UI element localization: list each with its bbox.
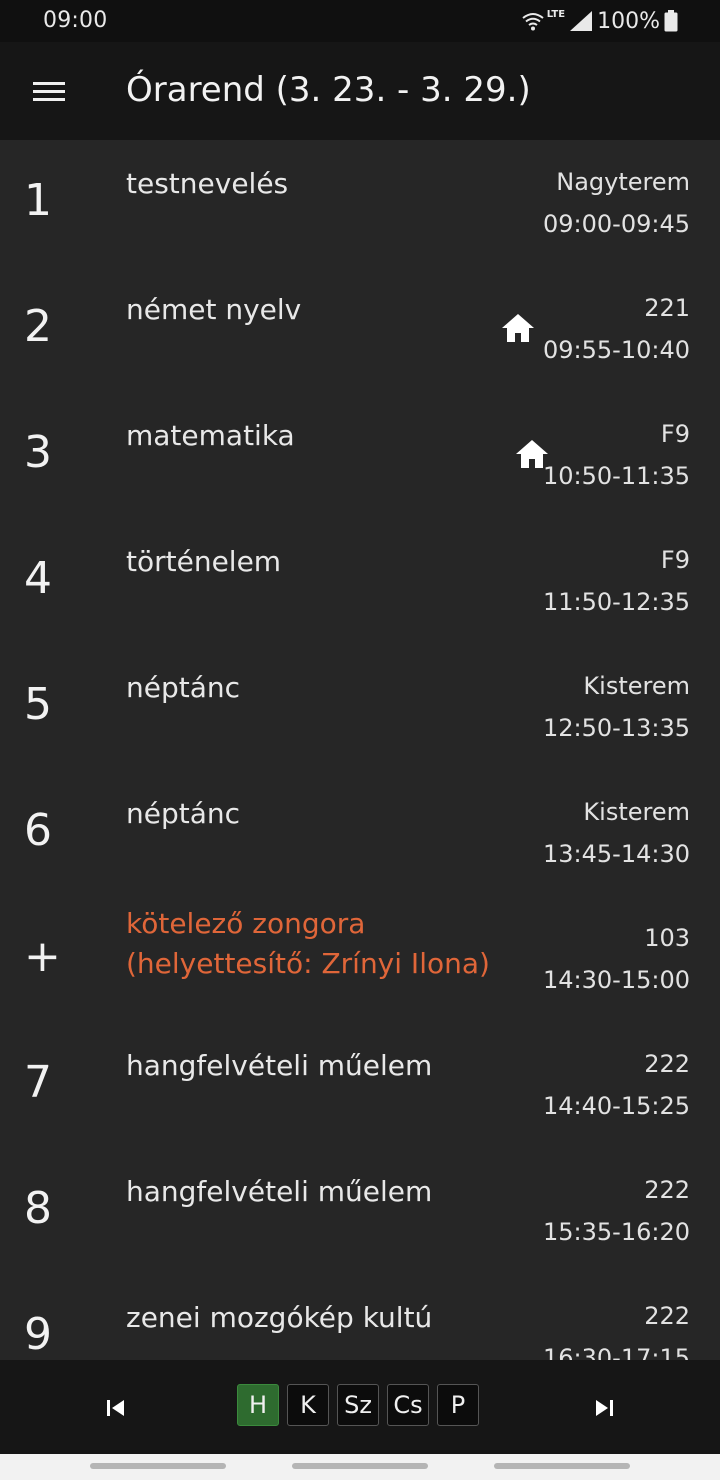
lesson-room: 222	[644, 1050, 690, 1078]
lesson-room: 221	[644, 294, 690, 322]
lesson-room: 222	[644, 1176, 690, 1204]
lesson-subject-substitute: kötelező zongora (helyettesítő: Zrínyi I…	[126, 907, 490, 980]
lesson-room: 103	[644, 924, 690, 952]
lesson-row-5[interactable]: 5 néptánc Kisterem 12:50-13:35	[0, 644, 720, 770]
status-time: 09:00	[43, 8, 108, 33]
lesson-number: 6	[24, 805, 52, 856]
lesson-number: 7	[24, 1057, 52, 1108]
lesson-room: Kisterem	[583, 798, 690, 826]
day-tab-friday[interactable]: P	[437, 1384, 479, 1426]
lesson-subject: hangfelvételi műelem	[126, 1049, 433, 1082]
lesson-row-6[interactable]: 6 néptánc Kisterem 13:45-14:30	[0, 770, 720, 896]
lesson-room: F9	[660, 420, 690, 448]
lesson-row-1[interactable]: 1 testnevelés Nagyterem 09:00-09:45	[0, 140, 720, 266]
network-type-label: LTE	[546, 8, 566, 20]
wifi-icon	[521, 11, 545, 31]
hamburger-menu-icon	[33, 82, 65, 101]
lesson-subject: néptánc	[126, 797, 241, 830]
lesson-row-7[interactable]: 7 hangfelvételi műelem 222 14:40-15:25	[0, 1022, 720, 1148]
lesson-subject: történelem	[126, 545, 282, 578]
signal-icon	[569, 10, 593, 32]
day-tabs: H K Sz Cs P	[237, 1384, 479, 1426]
day-tab-wednesday[interactable]: Sz	[337, 1384, 379, 1426]
gesture-pill	[494, 1463, 630, 1469]
status-bar: 09:00 LTE 100%	[0, 0, 720, 42]
lesson-time: 14:30-15:00	[543, 966, 690, 994]
lesson-time: 16:30-17:15	[543, 1344, 690, 1360]
status-icons: LTE 100%	[521, 6, 678, 36]
lesson-number: 5	[24, 679, 52, 730]
lesson-subject: testnevelés	[126, 167, 289, 200]
menu-button[interactable]	[24, 66, 74, 116]
gesture-pill	[90, 1463, 226, 1469]
lesson-subject: hangfelvételi műelem	[126, 1175, 433, 1208]
lesson-subject: német nyelv	[126, 293, 302, 326]
home-icon	[502, 314, 534, 342]
battery-percent: 100%	[597, 8, 660, 34]
bottom-navigation-bar: H K Sz Cs P	[0, 1360, 720, 1454]
lesson-time: 12:50-13:35	[543, 714, 690, 742]
lesson-number: 3	[24, 427, 52, 478]
lesson-time: 14:40-15:25	[543, 1092, 690, 1120]
lesson-room: 222	[644, 1302, 690, 1330]
battery-icon	[664, 10, 678, 32]
lesson-subject: zenei mozgókép kultú	[126, 1301, 433, 1334]
lesson-room: F9	[660, 546, 690, 574]
system-gesture-bar	[0, 1454, 720, 1480]
lesson-subject: néptánc	[126, 671, 241, 704]
skip-next-icon	[596, 1400, 613, 1416]
lesson-row-3[interactable]: 3 matematika F9 10:50-11:35	[0, 392, 720, 518]
lesson-number: 4	[24, 553, 52, 604]
app-bar: Órarend (3. 23. - 3. 29.)	[0, 42, 720, 140]
lesson-time: 09:55-10:40	[543, 336, 690, 364]
lesson-row-4[interactable]: 4 történelem F9 11:50-12:35	[0, 518, 720, 644]
lesson-number: 1	[24, 175, 52, 226]
gesture-pill	[292, 1463, 428, 1469]
lesson-number: 8	[24, 1183, 52, 1234]
lesson-row-extra[interactable]: + kötelező zongora (helyettesítő: Zrínyi…	[0, 896, 720, 1022]
day-tab-thursday[interactable]: Cs	[387, 1384, 429, 1426]
lesson-subject: matematika	[126, 419, 295, 452]
lesson-row-8[interactable]: 8 hangfelvételi műelem 222 15:35-16:20	[0, 1148, 720, 1274]
lesson-room: Kisterem	[583, 672, 690, 700]
lesson-time: 15:35-16:20	[543, 1218, 690, 1246]
lesson-list: 1 testnevelés Nagyterem 09:00-09:45 2 né…	[0, 140, 720, 1360]
previous-week-button[interactable]	[98, 1390, 134, 1426]
lesson-time: 13:45-14:30	[543, 840, 690, 868]
lesson-room: Nagyterem	[556, 168, 690, 196]
lesson-row-2[interactable]: 2 német nyelv 221 09:55-10:40	[0, 266, 720, 392]
lesson-time: 11:50-12:35	[543, 588, 690, 616]
day-tab-monday[interactable]: H	[237, 1384, 279, 1426]
lesson-time: 09:00-09:45	[543, 210, 690, 238]
skip-previous-icon	[107, 1400, 124, 1416]
day-tab-tuesday[interactable]: K	[287, 1384, 329, 1426]
lesson-time: 10:50-11:35	[543, 462, 690, 490]
lesson-number: 2	[24, 301, 52, 352]
lesson-number: +	[24, 931, 61, 982]
next-week-button[interactable]	[586, 1390, 622, 1426]
lesson-row-9[interactable]: 9 zenei mozgókép kultú 222 16:30-17:15	[0, 1274, 720, 1360]
lesson-number: 9	[24, 1309, 52, 1360]
page-title: Órarend (3. 23. - 3. 29.)	[126, 70, 531, 110]
